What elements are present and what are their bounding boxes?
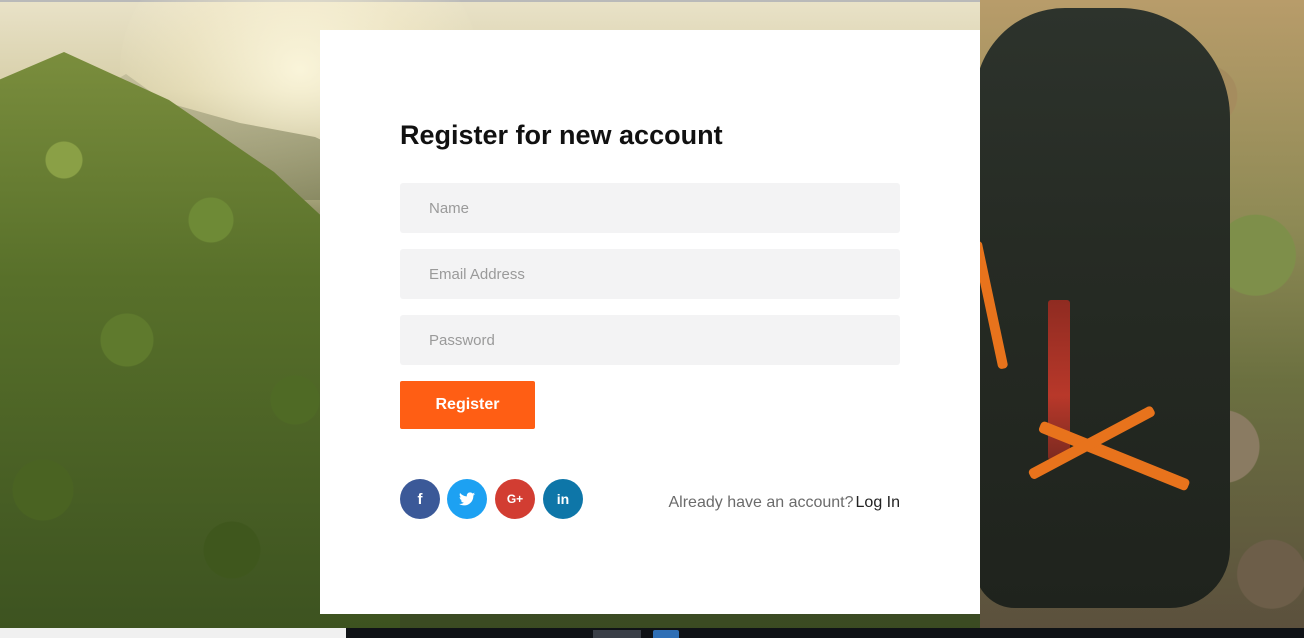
linkedin-button[interactable]: in [543, 479, 583, 519]
hiking-backpack [975, 8, 1230, 608]
google-plus-icon: G+ [506, 492, 524, 506]
taskbar-app-button[interactable] [653, 630, 679, 638]
password-field[interactable] [400, 315, 900, 365]
facebook-button[interactable]: f [400, 479, 440, 519]
page-title: Register for new account [400, 120, 723, 150]
login-link[interactable]: Log In [856, 494, 900, 511]
login-prompt-text: Already have an account? [668, 494, 854, 511]
taskbar-search-box[interactable] [0, 628, 346, 638]
taskbar-app-button[interactable] [593, 630, 641, 638]
login-prompt-row: Already have an account? Log In [669, 493, 901, 513]
twitter-button[interactable] [447, 479, 487, 519]
name-field[interactable] [400, 183, 900, 233]
google-plus-button[interactable]: G+ [495, 479, 535, 519]
facebook-icon: f [417, 490, 423, 508]
register-button[interactable]: Register [400, 381, 535, 429]
register-card: Register for new account Register f G+ i… [320, 30, 980, 614]
twitter-icon [459, 492, 475, 506]
email-field[interactable] [400, 249, 900, 299]
os-taskbar [0, 628, 1304, 638]
linkedin-icon: in [556, 491, 570, 507]
